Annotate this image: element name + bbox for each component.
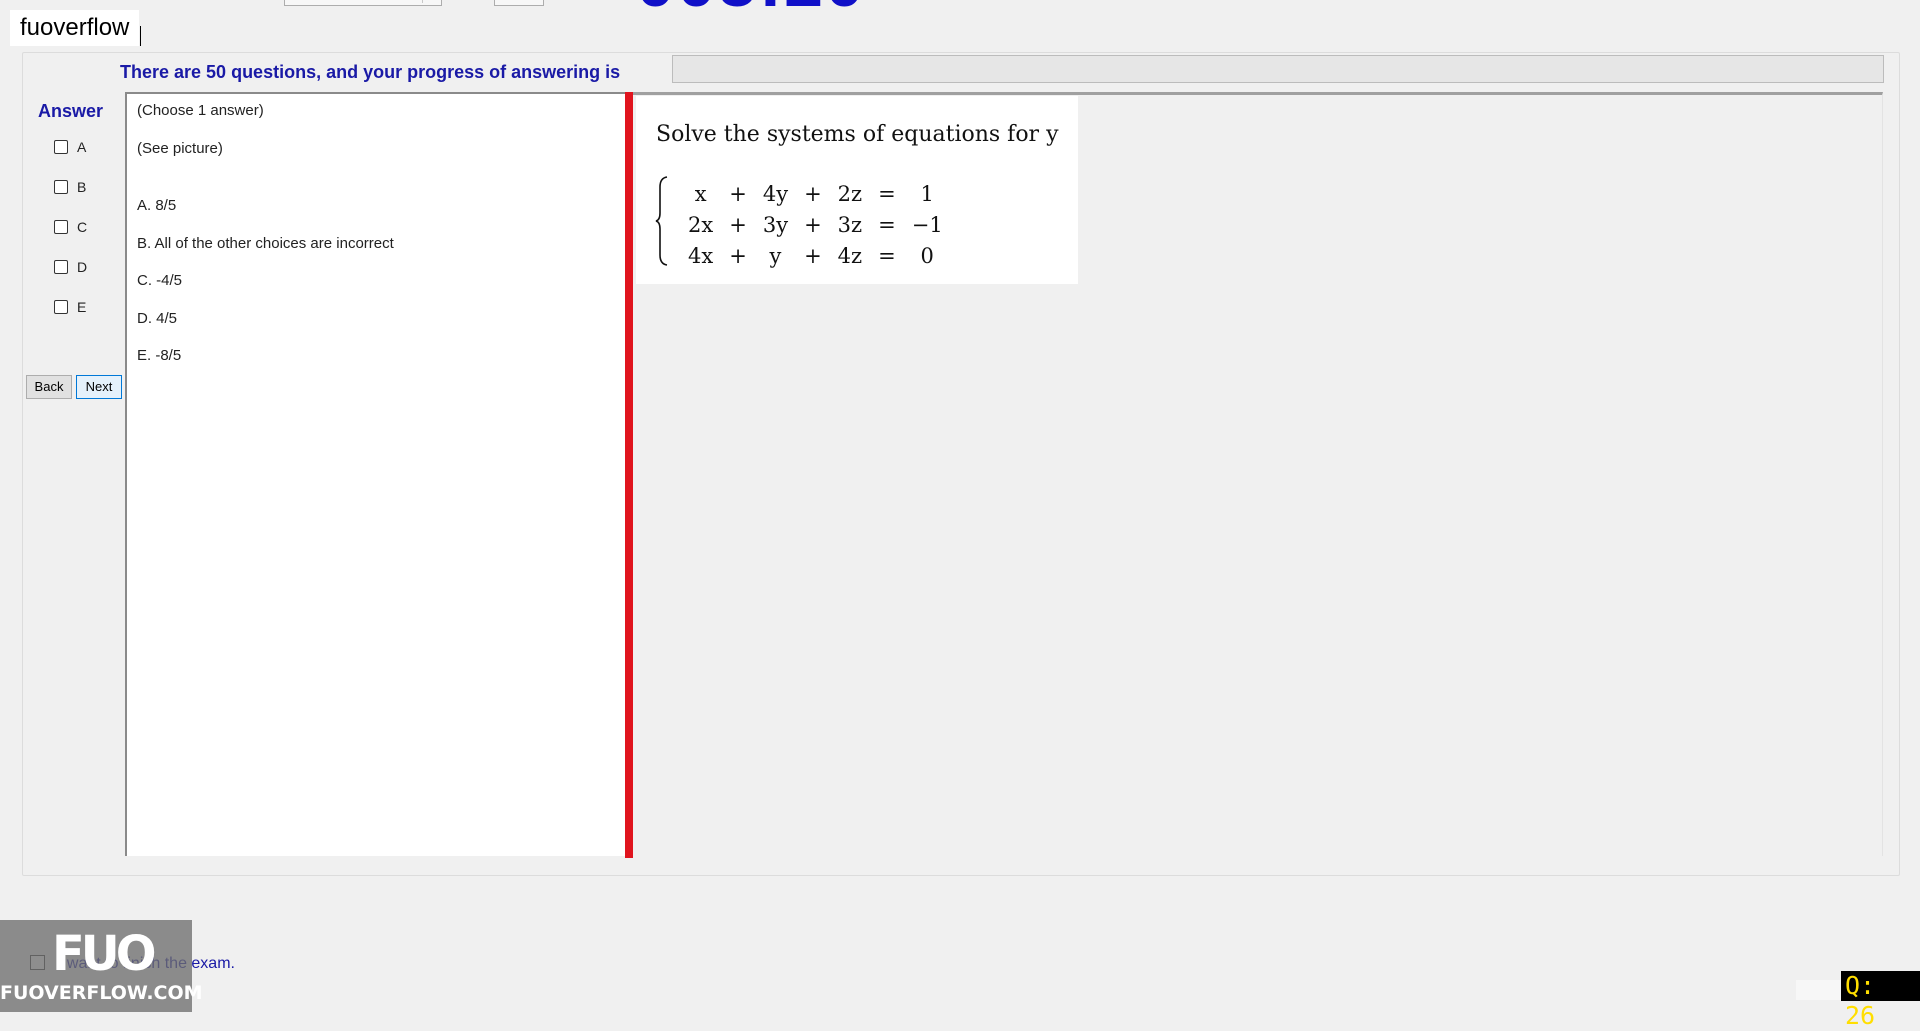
- checkbox[interactable]: [54, 260, 68, 274]
- logo-text: FUOVERFLOW.COM: [0, 982, 203, 1004]
- option-label: C: [77, 219, 88, 235]
- countdown-timer: 005:20: [636, 0, 866, 17]
- logo-mark: FUO: [52, 926, 157, 982]
- choice-c: C. -4/5: [137, 272, 183, 289]
- term: 3z: [837, 212, 863, 237]
- answer-option-c[interactable]: C: [54, 217, 87, 237]
- term: 3y: [762, 212, 789, 237]
- term: 4y: [762, 181, 789, 206]
- question-text-panel: (Choose 1 answer) (See picture) A. 8/5 B…: [125, 92, 625, 856]
- term: x: [694, 181, 707, 206]
- equals-sign: =: [878, 243, 896, 268]
- answer-option-e[interactable]: E: [54, 297, 86, 317]
- question-picture: Solve the systems of equations for y x +…: [636, 96, 1078, 284]
- option-label: E: [77, 299, 87, 315]
- panel-splitter[interactable]: [625, 92, 633, 858]
- operator: +: [804, 212, 822, 237]
- operator: +: [729, 243, 747, 268]
- question-see-picture: (See picture): [137, 140, 223, 157]
- choice-a: A. 8/5: [137, 197, 177, 214]
- operator: +: [729, 181, 747, 206]
- equals-sign: =: [878, 212, 896, 237]
- progress-label: There are 50 questions, and your progres…: [120, 62, 621, 82]
- left-brace-icon: [655, 176, 668, 266]
- counter-backdrop: [1796, 980, 1844, 1000]
- term: 4x: [688, 243, 714, 268]
- progress-bar: [672, 55, 1884, 83]
- top-small-field[interactable]: [494, 0, 544, 6]
- back-button[interactable]: Back: [26, 375, 72, 399]
- answer-option-d[interactable]: D: [54, 257, 87, 277]
- watermark-site-label: fuoverflow: [10, 10, 140, 46]
- operator: +: [804, 243, 822, 268]
- term: 4z: [837, 243, 863, 268]
- term: 2x: [688, 212, 714, 237]
- option-label: A: [77, 139, 87, 155]
- option-label: B: [77, 179, 87, 195]
- answer-option-b[interactable]: B: [54, 177, 86, 197]
- answer-option-a[interactable]: A: [54, 137, 86, 157]
- equation-system: x + 4y + 2z = 1 2x + 3y + 3z = −1 4x + y…: [680, 178, 951, 271]
- option-label: D: [77, 259, 88, 275]
- equation-row: x + 4y + 2z = 1: [680, 178, 951, 209]
- operator: +: [729, 212, 747, 237]
- checkbox[interactable]: [54, 140, 68, 154]
- term: 2z: [837, 181, 863, 206]
- choice-e: E. -8/5: [137, 347, 182, 364]
- text-cursor: [140, 26, 141, 46]
- choice-b: B. All of the other choices are incorrec…: [137, 235, 394, 252]
- question-instruction: (Choose 1 answer): [137, 102, 264, 119]
- equation-row: 4x + y + 4z = 0: [680, 240, 951, 271]
- constant: 0: [920, 243, 934, 268]
- constant: 1: [920, 181, 934, 206]
- checkbox[interactable]: [54, 300, 68, 314]
- operator: +: [804, 181, 822, 206]
- problem-statement: Solve the systems of equations for y: [656, 122, 1059, 147]
- checkbox[interactable]: [54, 180, 68, 194]
- watermark-logo: FUO FUOVERFLOW.COM: [0, 920, 203, 1012]
- choice-d: D. 4/5: [137, 310, 178, 327]
- constant: −1: [911, 212, 943, 237]
- checkbox[interactable]: [54, 220, 68, 234]
- equation-row: 2x + 3y + 3z = −1: [680, 209, 951, 240]
- top-dropdown[interactable]: [284, 0, 442, 6]
- question-counter: Q: 26: [1841, 971, 1920, 1030]
- equals-sign: =: [878, 181, 896, 206]
- next-button[interactable]: Next: [76, 375, 122, 399]
- answer-title: Answer: [38, 101, 104, 121]
- term: y: [769, 243, 782, 268]
